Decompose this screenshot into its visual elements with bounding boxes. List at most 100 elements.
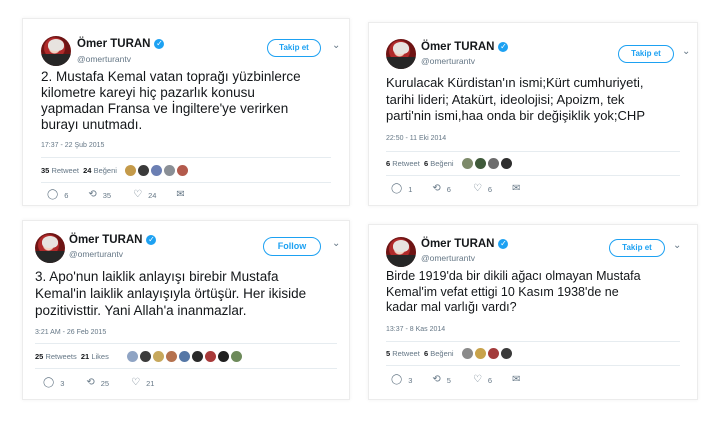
like-action-count: 6 [487,375,493,385]
retweet-label[interactable]: Retweets [45,352,76,361]
divider [41,157,331,158]
liker-avatar[interactable] [126,351,138,362]
retweet-count[interactable]: 6 [386,159,390,168]
chevron-down-icon[interactable]: ⌄ [682,46,690,57]
liker-avatar[interactable] [487,348,499,359]
chevron-down-icon[interactable]: ⌄ [332,238,340,249]
liker-avatar[interactable] [178,351,190,362]
dm-button[interactable]: ✉ [512,184,520,194]
envelope-icon: ✉ [512,374,521,385]
tweet-text: Kurulacak Kürdistan'ın ismi;Kürt cumhuri… [386,75,645,125]
chevron-down-icon[interactable]: ⌄ [673,240,681,251]
avatar[interactable] [386,237,416,267]
retweet-count[interactable]: 35 [41,166,49,175]
follow-button[interactable]: Takip et [618,45,674,63]
liker-avatar[interactable] [150,165,162,176]
like-label[interactable]: Beğeni [430,159,453,168]
tweet-stats: 5 Retweet 6 Beğeni [386,348,512,359]
tweet-stats: 6 Retweet 6 Beğeni [386,158,512,169]
reply-icon: ◯ [391,374,403,385]
like-count[interactable]: 21 [81,352,89,361]
liker-avatar[interactable] [500,348,512,359]
retweet-label[interactable]: Retweet [392,159,420,168]
tweet-card-2: Ömer TURAN ✓ @omerturantv Takip et ⌄ Kur… [368,22,698,206]
like-button[interactable]: ♡ 6 [473,184,492,194]
retweet-count[interactable]: 5 [386,349,390,358]
tweet-text-line: pozitivisttir. Yani Allah'a inanmazlar. [35,303,247,318]
liker-avatar[interactable] [461,348,473,359]
tweet-card-1: Ömer TURAN ✓ @omerturantv Takip et ⌄ 2. … [22,18,350,206]
author-name[interactable]: Ömer TURAN [69,234,142,246]
tweet-text: 2. Mustafa Kemal vatan toprağı yüzbinler… [41,69,301,133]
retweet-button[interactable]: ⟲ 25 [86,378,109,388]
liker-avatars [126,351,242,362]
author-handle[interactable]: @omerturantv [421,253,475,263]
avatar[interactable] [41,36,71,66]
liker-avatar[interactable] [152,351,164,362]
liker-avatar[interactable] [176,165,188,176]
retweet-label[interactable]: Retweet [392,349,420,358]
author-handle[interactable]: @omerturantv [69,249,123,259]
like-button[interactable]: ♡ 24 [133,190,156,200]
author-handle[interactable]: @omerturantv [421,56,475,66]
tweet-timestamp[interactable]: 13:37 - 8 Kas 2014 [386,326,445,333]
retweet-button[interactable]: ⟲ 6 [432,184,451,194]
like-count[interactable]: 6 [424,159,428,168]
divider [386,175,680,176]
follow-button[interactable]: Takip et [267,39,321,57]
retweet-button[interactable]: ⟲ 35 [88,190,111,200]
follow-button[interactable]: Follow [263,237,321,256]
liker-avatar[interactable] [230,351,242,362]
reply-icon: ◯ [43,377,55,388]
tweet-timestamp[interactable]: 17:37 - 22 Şub 2015 [41,142,104,149]
retweet-label[interactable]: Retweet [51,166,79,175]
liker-avatar[interactable] [474,348,486,359]
avatar[interactable] [386,39,416,69]
like-button[interactable]: ♡ 6 [473,375,492,385]
reply-icon: ◯ [47,189,59,200]
avatar[interactable] [35,233,65,263]
like-label[interactable]: Likes [91,352,109,361]
dm-button[interactable]: ✉ [512,375,520,385]
tweet-text-line: kilometre kareyi hiç pazarlık konusu [41,85,255,100]
follow-button[interactable]: Takip et [609,239,665,257]
author-name[interactable]: Ömer TURAN [421,41,494,53]
reply-count: 6 [64,190,69,200]
tweet-timestamp[interactable]: 3:21 AM - 26 Feb 2015 [35,329,106,336]
liker-avatar[interactable] [474,158,486,169]
retweet-count[interactable]: 25 [35,352,43,361]
tweet-timestamp[interactable]: 22:50 - 11 Eki 2014 [386,135,446,142]
author-handle[interactable]: @omerturantv [77,54,131,64]
liker-avatar[interactable] [137,165,149,176]
like-action-count: 21 [146,378,155,388]
liker-avatar[interactable] [204,351,216,362]
retweet-icon: ⟲ [432,374,441,385]
author-name[interactable]: Ömer TURAN [421,238,494,250]
liker-avatar[interactable] [163,165,175,176]
retweet-button[interactable]: ⟲ 5 [432,375,451,385]
reply-button[interactable]: ◯ 1 [391,184,412,194]
reply-button[interactable]: ◯ 3 [43,378,64,388]
liker-avatar[interactable] [139,351,151,362]
liker-avatar[interactable] [191,351,203,362]
like-label[interactable]: Beğeni [94,166,117,175]
reply-button[interactable]: ◯ 3 [391,375,412,385]
reply-count: 1 [408,184,413,194]
liker-avatar[interactable] [500,158,512,169]
liker-avatar[interactable] [461,158,473,169]
chevron-down-icon[interactable]: ⌄ [332,40,340,51]
liker-avatar[interactable] [487,158,499,169]
liker-avatar[interactable] [165,351,177,362]
like-count[interactable]: 24 [83,166,91,175]
like-button[interactable]: ♡ 21 [131,378,154,388]
like-count[interactable]: 6 [424,349,428,358]
divider [386,151,680,152]
tweet-text-line: 2. Mustafa Kemal vatan toprağı yüzbinler… [41,69,301,84]
author-name[interactable]: Ömer TURAN [77,38,150,50]
like-label[interactable]: Beğeni [430,349,453,358]
liker-avatar[interactable] [124,165,136,176]
liker-avatar[interactable] [217,351,229,362]
reply-button[interactable]: ◯ 6 [47,190,68,200]
dm-button[interactable]: ✉ [176,190,184,200]
tweet-text-line: burayı unutmadı. [41,117,143,132]
